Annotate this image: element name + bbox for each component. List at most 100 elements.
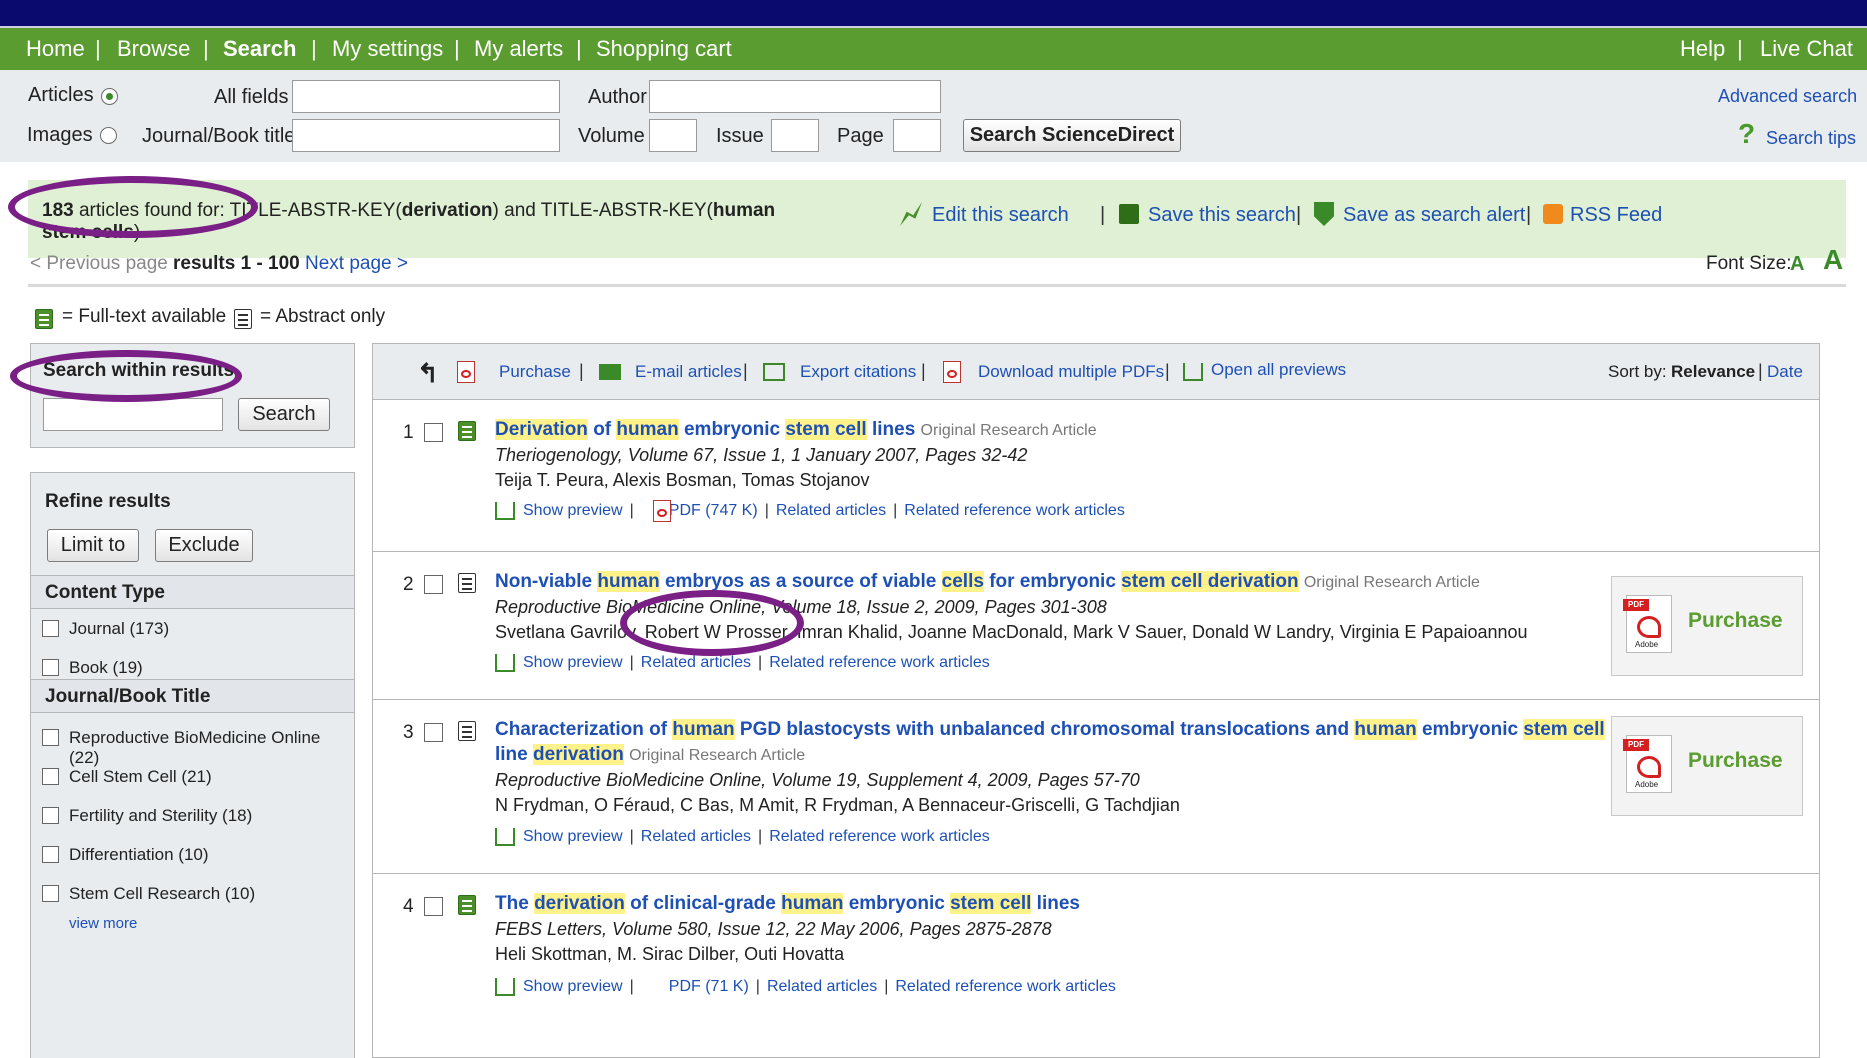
sort-date-link[interactable]: Date xyxy=(1767,362,1803,382)
result-checkbox[interactable] xyxy=(424,897,443,916)
page-input[interactable] xyxy=(893,119,941,152)
save-search-alert-link[interactable]: Save as search alert xyxy=(1343,204,1525,227)
images-label: Images xyxy=(27,124,93,146)
search-sciencedirect-button[interactable]: Search ScienceDirect xyxy=(963,119,1181,152)
related-articles-link[interactable]: Related articles xyxy=(776,502,886,519)
divider xyxy=(28,284,1846,287)
previous-page-link[interactable]: < Previous page xyxy=(30,253,168,275)
results-range: results 1 - 100 xyxy=(173,253,300,274)
sciencedirect-screenshot: Home | Browse | Search | My settings | M… xyxy=(0,28,1867,1058)
annotation-oval xyxy=(10,350,242,402)
purchase-box[interactable]: PDF Adobe Purchase xyxy=(1611,576,1803,676)
result-checkbox[interactable] xyxy=(424,575,443,594)
journal-checkbox[interactable] xyxy=(42,768,59,785)
journal-filter-item: Stem Cell Research (10) xyxy=(69,884,256,903)
result-title[interactable]: The derivation of clinical-grade human e… xyxy=(495,893,1080,915)
book-checkbox[interactable] xyxy=(42,659,59,676)
journal-checkbox[interactable] xyxy=(42,729,59,746)
font-decrease-button[interactable]: A xyxy=(1790,253,1804,276)
limit-to-button[interactable]: Limit to xyxy=(47,529,139,562)
show-preview-link[interactable]: Show preview xyxy=(523,978,623,995)
email-articles-link[interactable]: E-mail articles xyxy=(635,362,742,382)
article-type: Original Research Article xyxy=(1303,574,1480,591)
journal-checkbox[interactable] xyxy=(42,846,59,863)
show-preview-link[interactable]: Show preview xyxy=(523,654,623,671)
abstract-only-icon xyxy=(458,721,476,741)
full-text-icon xyxy=(458,895,476,915)
next-page-link[interactable]: Next page > xyxy=(305,253,408,275)
adobe-pdf-icon: PDF Adobe xyxy=(1623,595,1672,653)
export-citations-link[interactable]: Export citations xyxy=(800,362,916,382)
page-label: Page xyxy=(837,125,884,147)
issue-input[interactable] xyxy=(771,119,819,152)
advanced-search-link[interactable]: Advanced search xyxy=(1718,86,1857,107)
issue-label: Issue xyxy=(716,125,764,147)
result-authors: Teija T. Peura, Alexis Bosman, Tomas Sto… xyxy=(495,470,870,490)
result-checkbox[interactable] xyxy=(424,723,443,742)
save-search-link[interactable]: Save this search xyxy=(1148,204,1296,227)
pdf-icon xyxy=(457,361,475,383)
content-type-section: Content Type xyxy=(31,575,354,609)
email-icon xyxy=(599,364,621,380)
font-increase-button[interactable]: A xyxy=(1823,244,1843,276)
result-title[interactable]: Characterization of human PGD blastocyst… xyxy=(495,719,1605,741)
preview-icon xyxy=(495,828,515,846)
view-more-link[interactable]: view more xyxy=(69,915,137,932)
related-articles-link[interactable]: Related articles xyxy=(767,978,877,995)
result-title-line-2[interactable]: line derivation Original Research Articl… xyxy=(495,744,805,766)
related-articles-link[interactable]: Related articles xyxy=(641,654,751,671)
related-articles-link[interactable]: Related articles xyxy=(641,828,751,845)
nav-my-alerts[interactable]: My alerts xyxy=(474,28,563,70)
toolbar-separator: | xyxy=(1758,361,1763,381)
nav-browse[interactable]: Browse xyxy=(117,28,190,70)
rss-feed-link[interactable]: RSS Feed xyxy=(1570,204,1662,227)
results-list: ↰ Purchase | E-mail articles | Export ci… xyxy=(372,343,1820,1058)
nav-home[interactable]: Home xyxy=(26,28,85,70)
nav-help[interactable]: Help xyxy=(1680,28,1725,70)
result-links: Show preview | Related articles | Related re… xyxy=(523,828,990,845)
open-all-previews-link[interactable]: Open all previews xyxy=(1211,360,1346,380)
sort-relevance[interactable]: Relevance xyxy=(1671,362,1755,382)
nav-live-chat[interactable]: Live Chat xyxy=(1760,28,1853,70)
article-type: Original Research Article xyxy=(629,747,806,764)
exclude-button[interactable]: Exclude xyxy=(155,529,253,562)
nav-my-settings[interactable]: My settings xyxy=(332,28,443,70)
result-number: 3 xyxy=(403,722,414,743)
result-checkbox[interactable] xyxy=(424,423,443,442)
journal-checkbox[interactable] xyxy=(42,807,59,824)
show-preview-link[interactable]: Show preview xyxy=(523,828,623,845)
result-title[interactable]: Derivation of human embryonic stem cell … xyxy=(495,419,1097,441)
related-reference-link[interactable]: Related reference work articles xyxy=(769,828,990,845)
result-title[interactable]: Non-viable human embryos as a source of … xyxy=(495,571,1480,593)
pdf-link[interactable]: PDF (71 K) xyxy=(641,978,749,995)
journal-filter-item: Reproductive BioMedicine Online (22) xyxy=(69,728,321,767)
images-radio[interactable] xyxy=(100,127,117,144)
related-reference-link[interactable]: Related reference work articles xyxy=(895,978,1116,995)
journal-title-section: Journal/Book Title xyxy=(31,679,354,713)
purchase-box[interactable]: PDF Adobe Purchase xyxy=(1611,716,1803,816)
search-within-input[interactable] xyxy=(43,398,223,431)
author-input[interactable] xyxy=(649,80,941,113)
search-within-button[interactable]: Search xyxy=(238,398,330,431)
download-pdfs-link[interactable]: Download multiple PDFs xyxy=(978,362,1164,382)
related-reference-link[interactable]: Related reference work articles xyxy=(769,654,990,671)
journal-title-input[interactable] xyxy=(292,119,560,152)
all-fields-input[interactable] xyxy=(292,80,560,113)
edit-search-link[interactable]: Edit this search xyxy=(932,204,1069,227)
nav-search[interactable]: Search xyxy=(223,28,296,70)
show-preview-link[interactable]: Show preview xyxy=(523,502,623,519)
journal-checkbox[interactable] xyxy=(42,885,59,902)
journal-checkbox[interactable] xyxy=(42,620,59,637)
full-text-icon xyxy=(35,309,53,329)
purchase-link[interactable]: Purchase xyxy=(499,362,571,382)
author-label: Author xyxy=(588,86,647,108)
search-tips-link[interactable]: Search tips xyxy=(1766,128,1856,149)
preview-icon xyxy=(495,978,515,996)
related-reference-link[interactable]: Related reference work articles xyxy=(904,502,1125,519)
nav-shopping-cart[interactable]: Shopping cart xyxy=(596,28,732,70)
volume-input[interactable] xyxy=(649,119,697,152)
result-links: Show preview | PDF (71 K) | Related articles… xyxy=(523,978,1116,995)
articles-radio[interactable] xyxy=(101,88,118,105)
results-summary-banner: 183 articles found for: TITLE-ABSTR-KEY(… xyxy=(28,180,1846,258)
full-text-icon xyxy=(458,421,476,441)
